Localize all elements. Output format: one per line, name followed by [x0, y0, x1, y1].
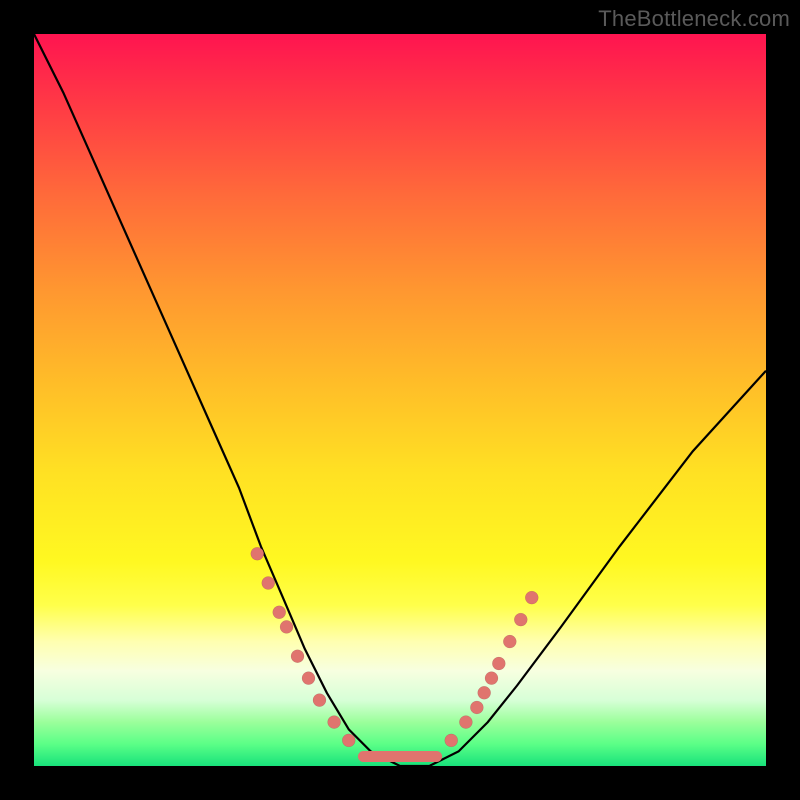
bottleneck-curve-path	[34, 34, 766, 766]
marker-dot	[514, 613, 527, 626]
bottleneck-curve-svg	[34, 34, 766, 766]
marker-dot	[313, 694, 326, 707]
marker-dot	[262, 577, 275, 590]
marker-dot	[328, 716, 341, 729]
marker-dot	[251, 547, 264, 560]
marker-dot	[470, 701, 483, 714]
marker-dot	[291, 650, 304, 663]
chart-plot-area	[34, 34, 766, 766]
marker-dot	[503, 635, 516, 648]
marker-dot	[478, 686, 491, 699]
marker-dot	[525, 591, 538, 604]
marker-dot	[485, 672, 498, 685]
marker-dot	[445, 734, 458, 747]
marker-dot	[273, 606, 286, 619]
marker-dot	[302, 672, 315, 685]
marker-dot	[459, 716, 472, 729]
marker-dot	[342, 734, 355, 747]
marker-cluster-right	[445, 591, 539, 747]
marker-dot	[280, 620, 293, 633]
watermark-text: TheBottleneck.com	[598, 6, 790, 32]
marker-dot	[492, 657, 505, 670]
